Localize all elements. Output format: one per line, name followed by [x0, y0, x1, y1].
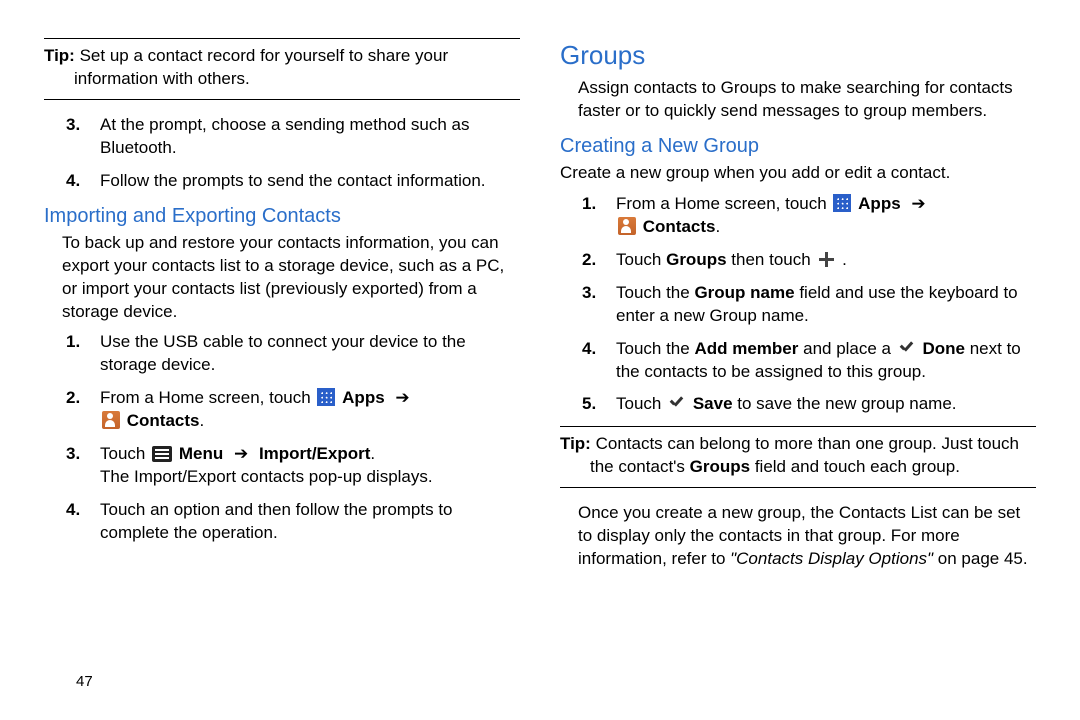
left-column: Tip: Set up a contact record for yoursel…: [44, 38, 520, 579]
group-step-3: 3. Touch the Group name field and use th…: [582, 282, 1036, 328]
heading-groups: Groups: [560, 38, 1036, 73]
step-4: 4. Follow the prompts to send the contac…: [66, 170, 520, 193]
tip-label: Tip:: [560, 434, 591, 453]
menu-icon: [152, 446, 172, 462]
apps-icon: [833, 194, 851, 212]
tip-box: Tip: Set up a contact record for yoursel…: [44, 38, 520, 100]
import-step-1: 1. Use the USB cable to connect your dev…: [66, 331, 520, 377]
contacts-icon: [102, 411, 120, 429]
group-step-4: 4. Touch the Add member and place a Done…: [582, 338, 1036, 384]
import-intro: To back up and restore your contacts inf…: [44, 232, 520, 324]
import-step-2: 2. From a Home screen, touch Apps ➔ Cont…: [66, 387, 520, 433]
contacts-icon: [618, 217, 636, 235]
heading-creating-group: Creating a New Group: [560, 133, 1036, 160]
tip-box-groups: Tip: Contacts can belong to more than on…: [560, 426, 1036, 488]
import-step-3: 3. Touch Menu ➔ Import/Export. The Impor…: [66, 443, 520, 489]
group-step-5: 5. Touch Save to save the new group name…: [582, 393, 1036, 416]
import-step-4: 4. Touch an option and then follow the p…: [66, 499, 520, 545]
plus-icon: [817, 250, 835, 268]
import-step-3-note: The Import/Export contacts pop-up displa…: [100, 466, 520, 489]
group-step-2: 2. Touch Groups then touch .: [582, 249, 1036, 272]
check-icon: [898, 339, 916, 357]
step-3: 3. At the prompt, choose a sending metho…: [66, 114, 520, 160]
apps-icon: [317, 388, 335, 406]
tip-label: Tip:: [44, 46, 75, 65]
group-step-1: 1. From a Home screen, touch Apps ➔ Cont…: [582, 193, 1036, 239]
groups-outro: Once you create a new group, the Contact…: [560, 502, 1036, 571]
creating-sub: Create a new group when you add or edit …: [560, 162, 1036, 185]
page-number: 47: [76, 672, 93, 692]
right-column: Groups Assign contacts to Groups to make…: [560, 38, 1036, 579]
tip-text: Set up a contact record for yourself to …: [74, 46, 448, 88]
heading-import-export: Importing and Exporting Contacts: [44, 203, 520, 230]
groups-intro: Assign contacts to Groups to make search…: [560, 77, 1036, 123]
check-icon: [668, 394, 686, 412]
